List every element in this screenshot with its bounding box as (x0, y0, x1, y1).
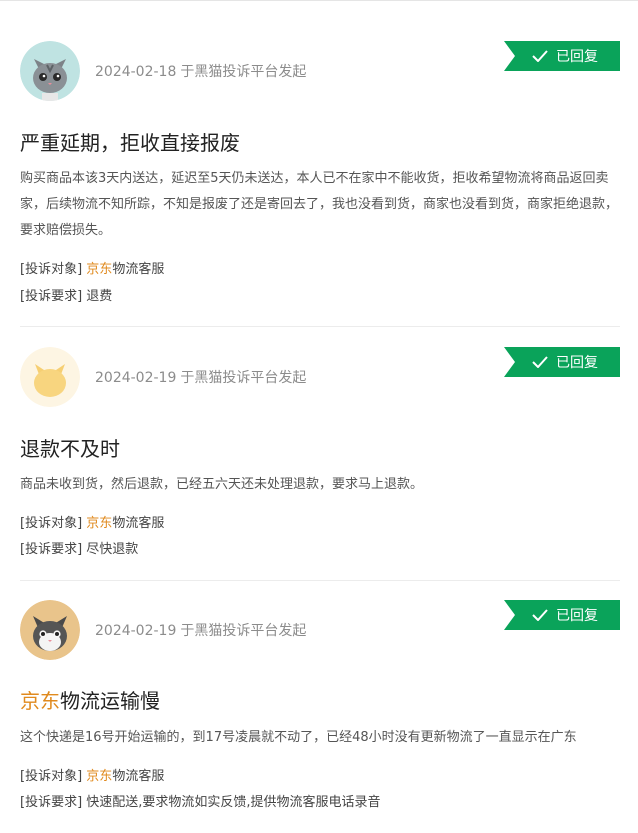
replied-badge: 已回复 (504, 600, 620, 630)
target-rest: 物流客服 (112, 516, 165, 531)
complaint-target: [投诉对象] 京东物流客服 (20, 258, 164, 277)
complaint-description: 商品未收到货，然后退款，已经五六天还未处理退款，要求马上退款。 (20, 477, 424, 492)
tan-cat-avatar-icon[interactable] (20, 600, 80, 660)
yellow-cat-avatar-icon[interactable] (20, 347, 80, 407)
complaint-meta: 2024-02-19 于黑猫投诉平台发起 (95, 620, 310, 640)
title-brand: 京东 (20, 689, 60, 713)
demand-label: [投诉要求] (20, 795, 83, 810)
complaint-title[interactable]: 严重延期，拒收直接报废 (20, 127, 240, 156)
replied-badge: 已回复 (504, 41, 620, 71)
target-label: [投诉对象] (20, 516, 83, 531)
title-text: 严重延期，拒收直接报废 (20, 131, 240, 155)
complaint-card[interactable]: 2024-02-18 于黑猫投诉平台发起 已回复 严重延期，拒收直接报废 购买商品… (20, 41, 620, 311)
demand-text: 退费 (86, 289, 113, 304)
complaint-target: [投诉对象] 京东物流客服 (20, 765, 164, 784)
title-text: 退款不及时 (20, 437, 120, 461)
status-label: 已回复 (556, 49, 598, 65)
check-icon (532, 50, 548, 62)
complaint-source: 于黑猫投诉平台发起 (180, 623, 307, 639)
gray-cat-avatar-icon[interactable] (20, 41, 80, 101)
complaint-description: 购买商品本该3天内送达，延迟至5天仍未送达，本人已不在家中不能收货，拒收希望物流… (20, 171, 619, 238)
complaint-target: [投诉对象] 京东物流客服 (20, 512, 164, 531)
complaint-demand: [投诉要求] 快速配送,要求物流如实反馈,提供物流客服电话录音 (20, 791, 381, 810)
complaint-description: 这个快递是16号开始运输的，到17号凌晨就不动了，已经48小时没有更新物流了一直… (20, 730, 577, 745)
demand-label: [投诉要求] (20, 542, 83, 557)
complaint-demand: [投诉要求] 尽快退款 (20, 538, 138, 557)
complaint-title[interactable]: 退款不及时 (20, 433, 120, 462)
complaint-demand: [投诉要求] 退费 (20, 285, 112, 304)
target-rest: 物流客服 (112, 262, 165, 277)
title-text: 物流运输慢 (60, 689, 160, 713)
target-brand-link[interactable]: 京东 (86, 262, 112, 277)
complaint-meta: 2024-02-19 于黑猫投诉平台发起 (95, 367, 310, 387)
complaint-date: 2024-02-19 (95, 370, 177, 386)
target-label: [投诉对象] (20, 769, 83, 784)
demand-text: 快速配送,要求物流如实反馈,提供物流客服电话录音 (86, 795, 381, 810)
target-rest: 物流客服 (112, 769, 165, 784)
complaint-title[interactable]: 京东物流运输慢 (20, 685, 160, 714)
demand-text: 尽快退款 (86, 542, 139, 557)
replied-badge: 已回复 (504, 347, 620, 377)
check-icon (532, 356, 548, 368)
status-label: 已回复 (556, 355, 598, 371)
target-label: [投诉对象] (20, 262, 83, 277)
card-divider (20, 326, 620, 327)
target-brand-link[interactable]: 京东 (86, 769, 112, 784)
top-border (0, 0, 638, 1)
complaint-date: 2024-02-18 (95, 64, 177, 80)
status-label: 已回复 (556, 608, 598, 624)
target-brand-link[interactable]: 京东 (86, 516, 112, 531)
complaint-card[interactable]: 2024-02-19 于黑猫投诉平台发起 已回复 退款不及时 商品未收到货，然后退… (20, 347, 620, 562)
card-divider (20, 580, 620, 581)
complaint-source: 于黑猫投诉平台发起 (180, 370, 307, 386)
complaint-date: 2024-02-19 (95, 623, 177, 639)
complaint-card[interactable]: 2024-02-19 于黑猫投诉平台发起 已回复 京东物流运输慢 这个快递是16号… (20, 600, 620, 830)
complaint-meta: 2024-02-18 于黑猫投诉平台发起 (95, 61, 310, 81)
check-icon (532, 609, 548, 621)
demand-label: [投诉要求] (20, 289, 83, 304)
complaint-source: 于黑猫投诉平台发起 (180, 64, 307, 80)
